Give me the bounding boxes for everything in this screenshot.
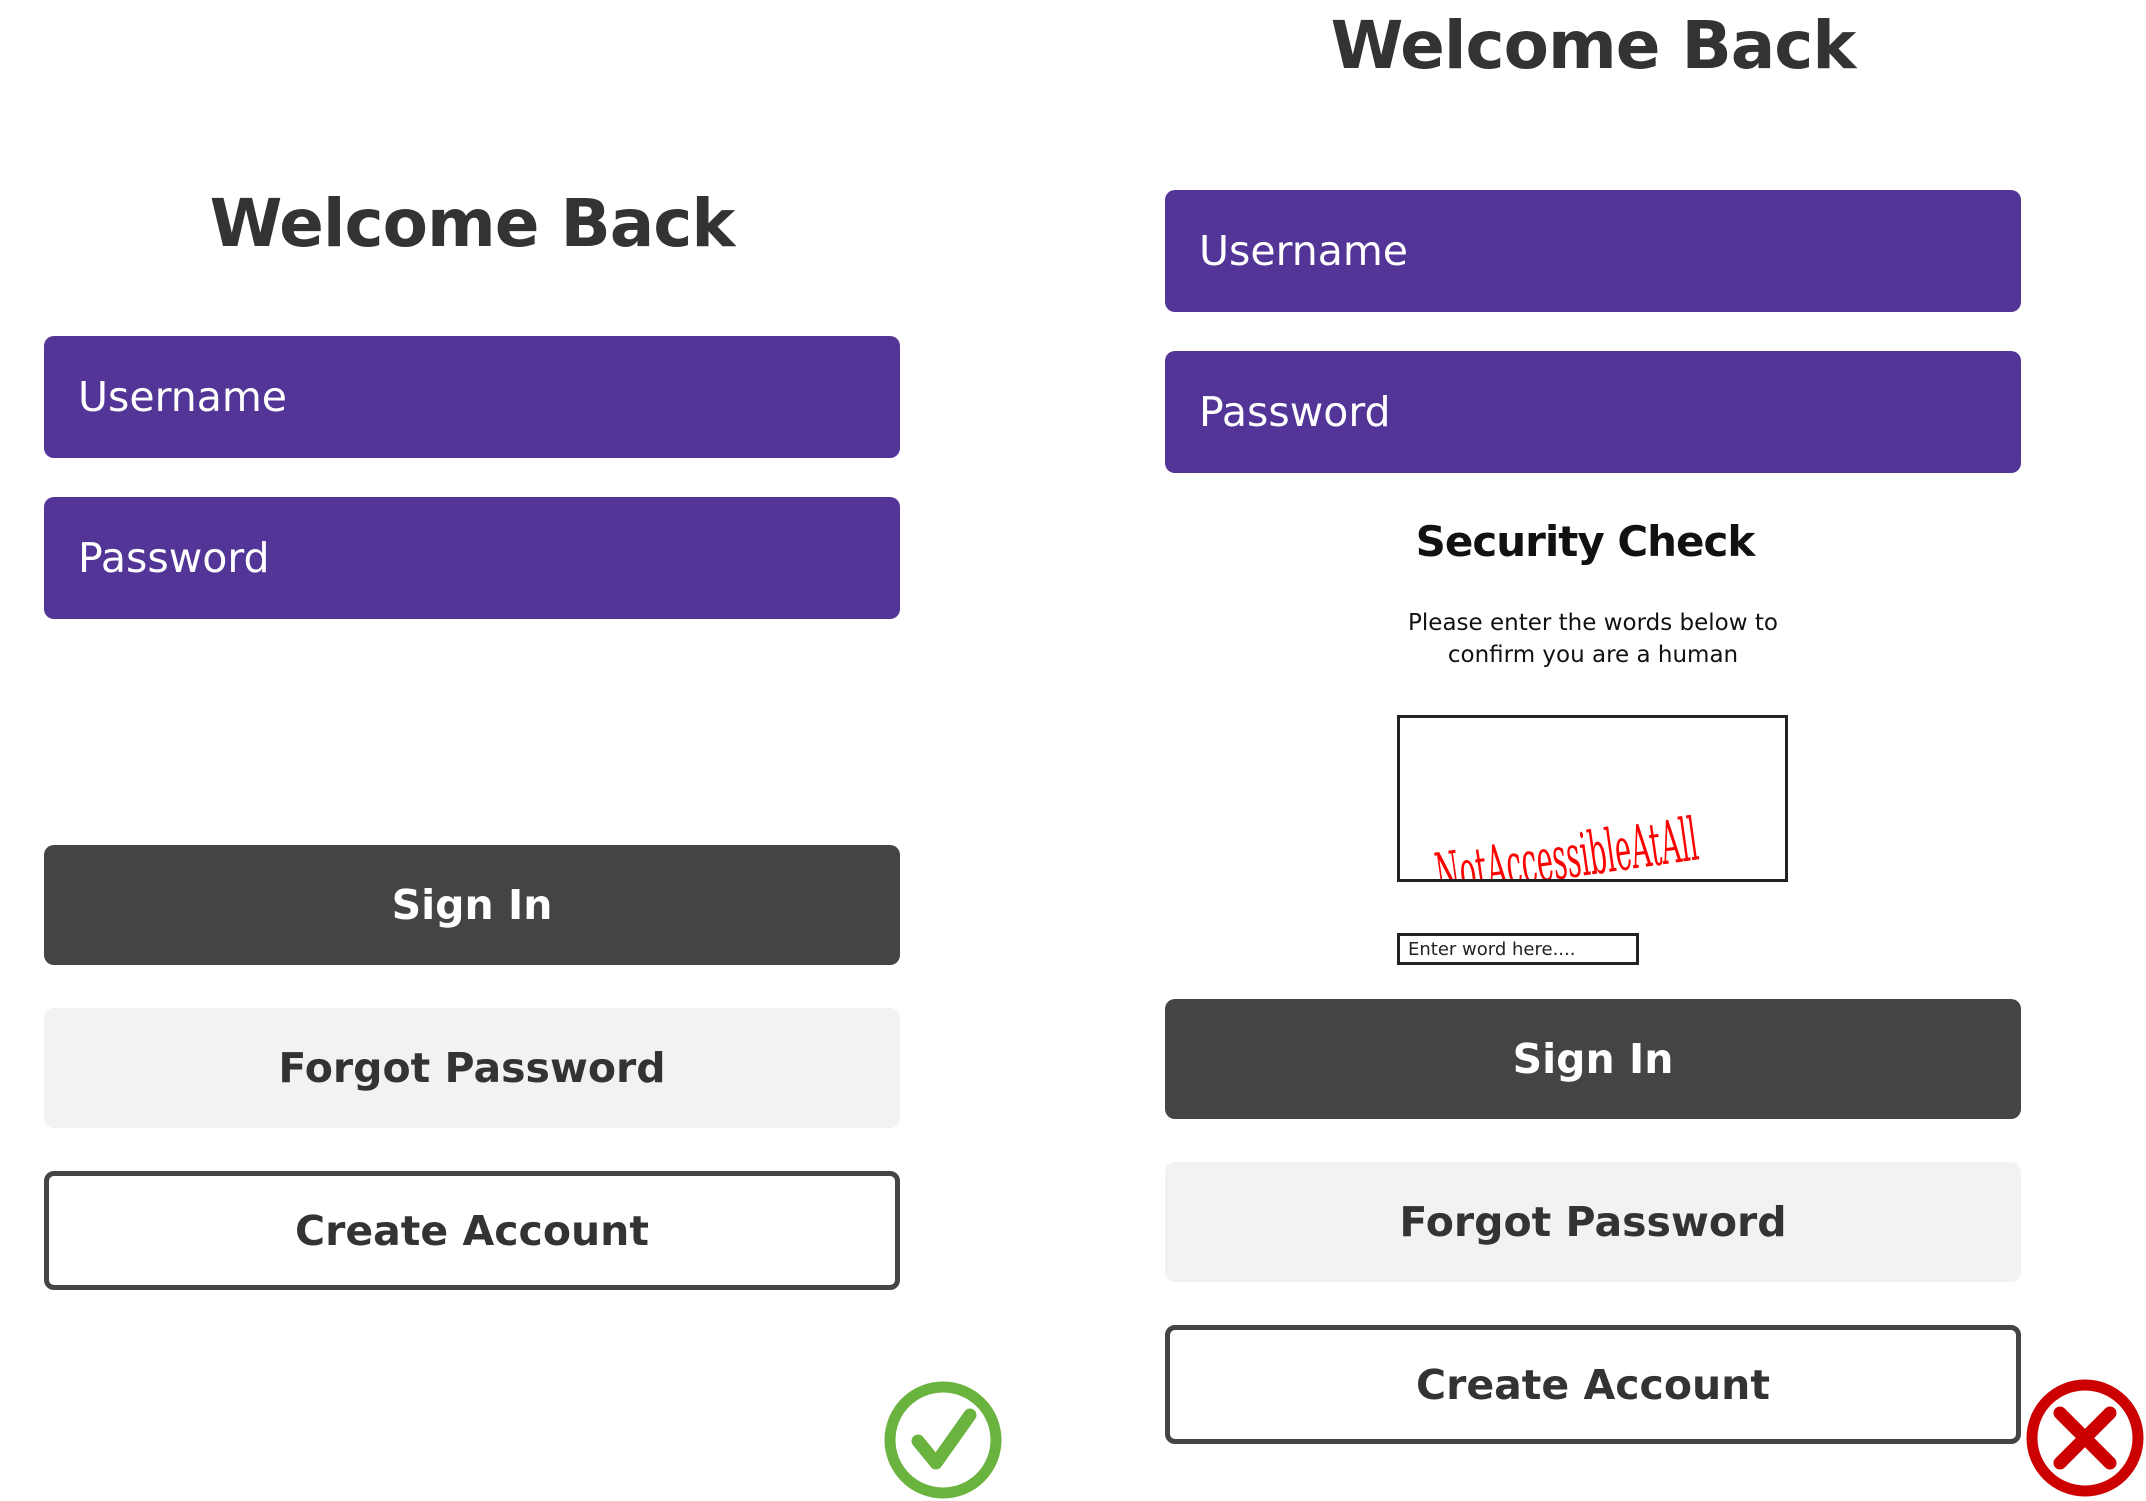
- security-text-line1: Please enter the words below to: [1408, 610, 1778, 636]
- security-check-title: Security Check: [1415, 517, 1756, 566]
- left-username-field[interactable]: Username: [44, 336, 900, 458]
- left-username-placeholder: Username: [78, 373, 288, 421]
- right-username-placeholder: Username: [1199, 227, 1409, 275]
- left-sign-in-button[interactable]: Sign In: [44, 845, 900, 965]
- captcha-input-placeholder: Enter word here....: [1408, 938, 1576, 960]
- captcha-input[interactable]: Enter word here....: [1397, 933, 1639, 965]
- captcha-distorted-text: NotAccessibleAtAll: [1431, 804, 1702, 879]
- right-page-title: Welcome Back: [1330, 7, 1857, 84]
- left-forgot-password-button[interactable]: Forgot Password: [44, 1008, 900, 1128]
- check-circle-icon: [884, 1381, 1002, 1499]
- right-password-placeholder: Password: [1199, 388, 1391, 436]
- right-sign-in-button[interactable]: Sign In: [1165, 999, 2021, 1119]
- right-forgot-password-button[interactable]: Forgot Password: [1165, 1162, 2021, 1282]
- left-password-placeholder: Password: [78, 534, 270, 582]
- x-circle-icon: [2026, 1379, 2144, 1497]
- right-create-account-button[interactable]: Create Account: [1165, 1325, 2021, 1444]
- left-page-title: Welcome Back: [209, 185, 736, 262]
- left-create-account-button[interactable]: Create Account: [44, 1171, 900, 1290]
- security-text-line2: confirm you are a human: [1447, 642, 1739, 668]
- right-username-field[interactable]: Username: [1165, 190, 2021, 312]
- captcha-image: NotAccessibleAtAll: [1397, 715, 1788, 910]
- right-password-field[interactable]: Password: [1165, 351, 2021, 473]
- left-password-field[interactable]: Password: [44, 497, 900, 619]
- captcha-graphic: NotAccessibleAtAll: [1431, 804, 1702, 909]
- security-check-instructions: Please enter the words below to confirm …: [1165, 607, 2021, 671]
